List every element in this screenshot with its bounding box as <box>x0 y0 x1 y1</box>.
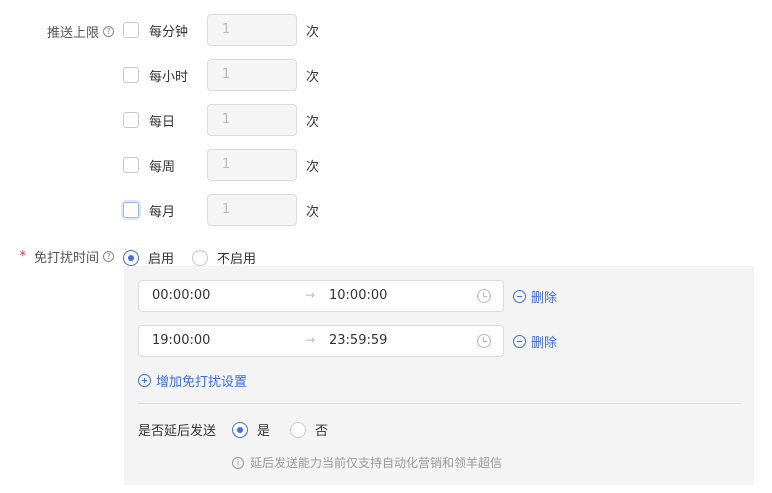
push-limit-label-text: 推送上限 <box>46 26 99 41</box>
limit-checkbox-hour[interactable] <box>123 67 139 83</box>
radio-disable-label[interactable]: 不启用 <box>217 248 256 267</box>
limit-count-input[interactable]: 1 <box>207 194 297 226</box>
delay-radio-group: 是 否 <box>232 420 346 439</box>
limit-row-hour: 每小时 1 次 <box>123 59 319 91</box>
delay-hint-text: 延后发送能力当前仅支持自动化营销和领羊超信 <box>250 456 503 470</box>
question-circle-icon[interactable]: ? <box>103 251 114 262</box>
unit-label: 次 <box>306 159 320 175</box>
radio-enable[interactable] <box>123 249 139 266</box>
delete-range-button[interactable]: 删除 <box>513 287 557 306</box>
limit-count-input[interactable]: 1 <box>207 149 297 181</box>
required-mark: * <box>19 249 26 264</box>
minus-circle-icon <box>513 290 526 303</box>
limit-checkbox-day[interactable] <box>123 112 139 128</box>
clock-icon <box>477 334 491 348</box>
dnd-label-text: 免打扰时间 <box>33 251 99 266</box>
limit-row-minute: 每分钟 1 次 <box>123 14 319 46</box>
limit-checkbox-minute[interactable] <box>123 22 139 38</box>
dnd-label: * 免打扰时间 ? <box>19 247 114 266</box>
delete-label: 删除 <box>531 336 558 351</box>
limit-row-month: 每月 1 次 <box>123 194 319 226</box>
plus-circle-icon <box>138 374 151 387</box>
radio-enable-label[interactable]: 启用 <box>148 248 174 267</box>
delay-send-label: 是否延后发送 <box>138 424 217 439</box>
range-start[interactable]: 19:00:00 <box>152 333 210 348</box>
range-end[interactable]: 23:59:59 <box>329 333 387 348</box>
unit-label: 次 <box>306 24 320 40</box>
unit-label: 次 <box>306 204 320 220</box>
limit-row-week: 每周 1 次 <box>123 149 319 181</box>
delete-label: 删除 <box>531 291 558 306</box>
radio-disable[interactable] <box>192 249 209 266</box>
limit-checkbox-month[interactable] <box>123 202 139 218</box>
range-end[interactable]: 10:00:00 <box>329 288 387 303</box>
limit-count-input[interactable]: 1 <box>207 14 297 46</box>
radio-delay-yes[interactable] <box>232 421 248 438</box>
add-dnd-button[interactable]: 增加免打扰设置 <box>138 371 247 390</box>
period-label: 每月 <box>149 204 176 220</box>
push-limit-label: 推送上限 ? <box>47 22 114 41</box>
limit-checkbox-week[interactable] <box>123 157 139 173</box>
limit-count-input[interactable]: 1 <box>207 104 297 136</box>
period-label: 每分钟 <box>149 24 189 40</box>
period-label: 每日 <box>149 114 176 130</box>
info-circle-icon: i <box>232 456 244 469</box>
question-circle-icon[interactable]: ? <box>103 26 114 37</box>
minus-circle-icon <box>513 335 526 348</box>
limit-row-day: 每日 1 次 <box>123 104 319 136</box>
dnd-radio-group: 启用 不启用 <box>123 248 274 267</box>
time-range-picker[interactable]: 19:00:00 → 23:59:59 <box>138 325 504 357</box>
delete-range-button[interactable]: 删除 <box>513 332 557 351</box>
radio-delay-no[interactable] <box>290 421 307 438</box>
limit-count-input[interactable]: 1 <box>207 59 297 91</box>
time-range-picker[interactable]: 00:00:00 → 10:00:00 <box>138 280 504 312</box>
divider <box>138 403 741 404</box>
radio-delay-no-label[interactable]: 否 <box>315 420 328 439</box>
delay-hint: i 延后发送能力当前仅支持自动化营销和领羊超信 <box>232 454 502 471</box>
period-label: 每周 <box>149 159 176 175</box>
period-label: 每小时 <box>149 69 189 85</box>
range-arrow-icon: → <box>305 288 316 302</box>
clock-icon <box>477 289 491 303</box>
unit-label: 次 <box>306 69 320 85</box>
range-start[interactable]: 00:00:00 <box>152 288 210 303</box>
range-arrow-icon: → <box>305 333 316 347</box>
unit-label: 次 <box>306 114 320 130</box>
radio-delay-yes-label[interactable]: 是 <box>257 420 270 439</box>
add-dnd-label: 增加免打扰设置 <box>156 375 248 390</box>
